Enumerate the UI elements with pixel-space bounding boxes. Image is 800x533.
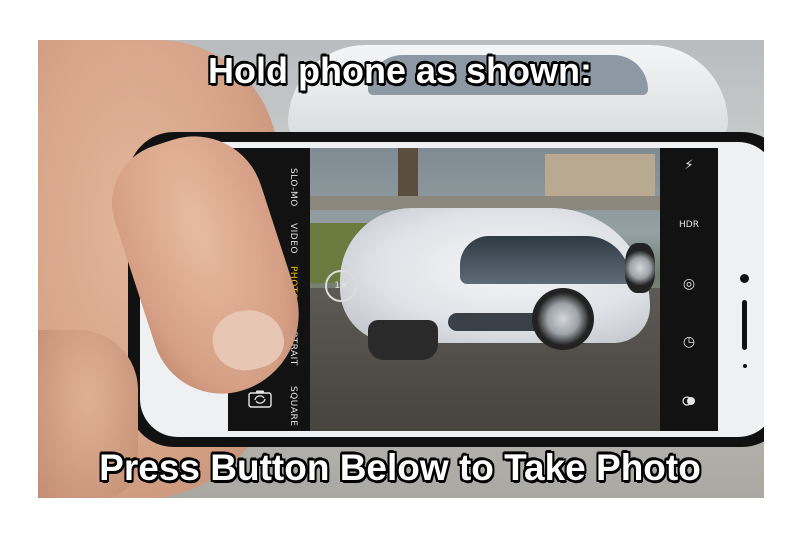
caption-bottom: Press Button Below to Take Photo	[99, 447, 701, 488]
flash-icon[interactable]: ⚡	[660, 158, 718, 173]
car-headlight	[448, 313, 543, 331]
camera-controls-strip: ⚡ HDR ◎ ◷	[660, 148, 718, 431]
car-front-wheel	[532, 288, 594, 350]
front-camera-dot	[740, 274, 749, 283]
caption-top: Hold phone as shown:	[208, 50, 592, 91]
zoom-toggle[interactable]: 1×	[325, 270, 357, 302]
car	[340, 208, 650, 360]
mode-video[interactable]: VIDEO	[288, 223, 298, 254]
live-photo-icon[interactable]: ◎	[660, 276, 718, 292]
sensor-dot	[743, 364, 747, 368]
timer-icon[interactable]: ◷	[660, 334, 718, 350]
filter-circles-icon	[682, 396, 695, 406]
mode-slo-mo[interactable]: SLO-MO	[288, 168, 298, 207]
earpiece	[742, 300, 747, 350]
camera-screen: SLO-MO VIDEO PHOTO PORTRAIT SQUARE	[228, 148, 718, 431]
camera-viewfinder: 1×	[310, 148, 660, 431]
photo-background: SLO-MO VIDEO PHOTO PORTRAIT SQUARE	[38, 40, 764, 498]
camera-switch-icon[interactable]	[248, 390, 272, 408]
car-windshield	[460, 236, 630, 284]
car-rear-wheel	[625, 243, 655, 293]
filter-icon[interactable]	[660, 394, 718, 411]
hdr-toggle[interactable]: HDR	[660, 220, 718, 230]
car-grille	[368, 320, 438, 360]
mode-square[interactable]: SQUARE	[288, 386, 298, 431]
